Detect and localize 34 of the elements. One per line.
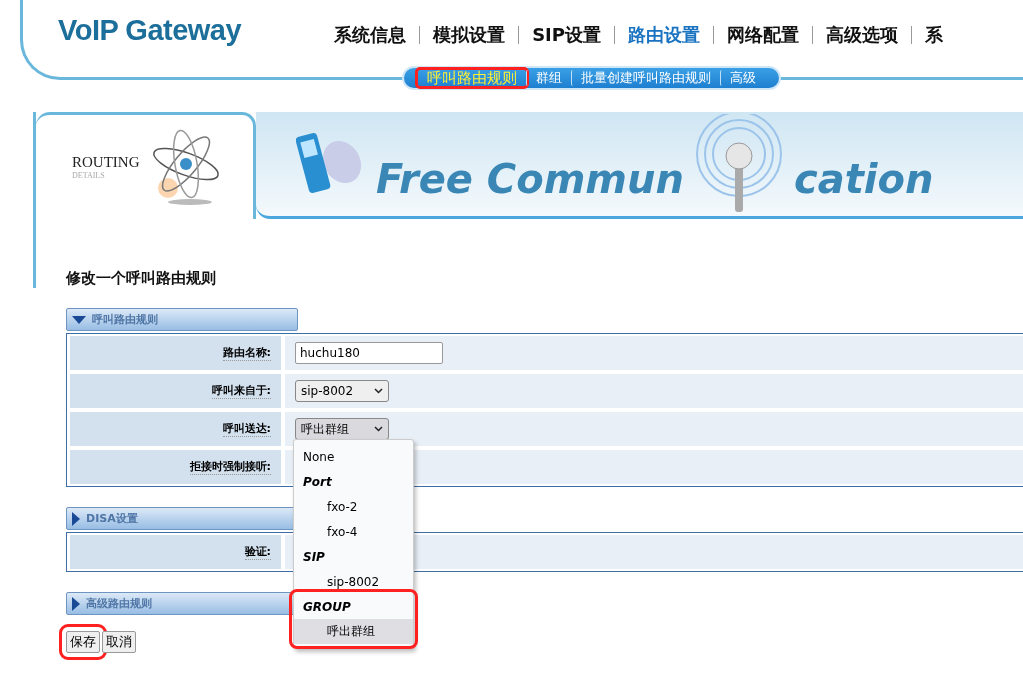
option-group-label: SIP [302, 548, 326, 566]
nav-tab[interactable]: 系 [911, 26, 956, 44]
select-field[interactable]: sip-8002 [295, 380, 389, 402]
dropdown-option[interactable]: sip-8002 [294, 569, 413, 594]
slogan-text: Free Commun [376, 156, 684, 202]
nav-tab[interactable]: SIP设置 [518, 26, 614, 44]
chevron-down-icon [374, 426, 383, 432]
dropdown-option[interactable]: None [294, 444, 413, 469]
banner-subtitle: DETAILS [72, 171, 106, 180]
slogan-text: cation [794, 156, 934, 202]
page-title: 修改一个呼叫路由规则 [66, 269, 217, 288]
subnav-tab[interactable]: 高级 [720, 70, 765, 86]
chevron-down-icon [374, 388, 383, 394]
nav-tab[interactable]: 高级选项 [812, 26, 911, 44]
field-label: 拒接时强制接听: [189, 459, 271, 475]
nav-tab[interactable]: 系统信息 [321, 26, 420, 44]
route-name-field[interactable]: huchu180 [295, 342, 443, 364]
option-group-label: Port [302, 473, 333, 491]
nav-tab[interactable]: 路由设置 [614, 26, 713, 44]
field-label: 验证: [244, 544, 271, 560]
nav-tab[interactable]: 网络配置 [713, 26, 812, 44]
option-group-label: GROUP [302, 598, 352, 616]
nav-tab[interactable]: 模拟设置 [419, 26, 519, 44]
triangle-right-icon [71, 510, 81, 527]
field-label: 呼叫送达: [222, 421, 271, 437]
form-button[interactable]: 取消 [102, 631, 136, 653]
triangle-right-icon [71, 595, 81, 612]
field-label: 呼叫来自于: [211, 383, 271, 399]
triangle-down-icon [71, 314, 87, 325]
dropdown-option[interactable]: 呼出群组 [294, 619, 413, 644]
field-label: 路由名称: [222, 345, 271, 361]
select-field[interactable]: 呼出群组 [295, 418, 389, 440]
logo-text: VoIP Gateway [58, 14, 242, 47]
banner-title: ROUTING [72, 154, 140, 171]
